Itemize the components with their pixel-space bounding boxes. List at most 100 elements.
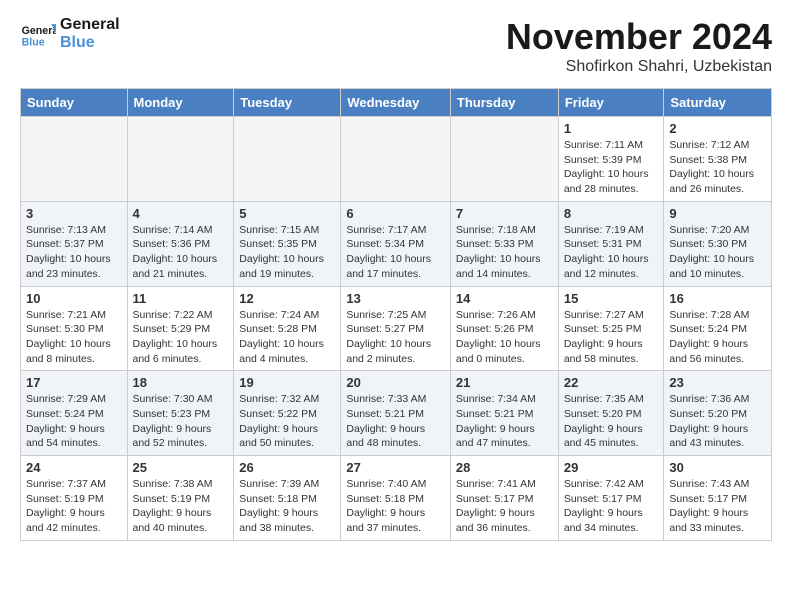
column-header-friday: Friday: [558, 89, 664, 117]
calendar-cell: 21 Sunrise: 7:34 AM Sunset: 5:21 PM Dayli…: [450, 371, 558, 456]
day-info: Sunrise: 7:19 AM Sunset: 5:31 PM Dayligh…: [564, 223, 659, 282]
day-info: Sunrise: 7:35 AM Sunset: 5:20 PM Dayligh…: [564, 392, 659, 451]
calendar-week-3: 10Sunrise: 7:21 AM Sunset: 5:30 PM Dayli…: [21, 286, 772, 371]
svg-text:Blue: Blue: [22, 36, 45, 48]
day-info: Sunrise: 7:24 AM Sunset: 5:28 PM Dayligh…: [239, 308, 335, 367]
day-number: 2: [669, 121, 766, 136]
day-number: 5: [239, 206, 335, 221]
day-number: 28: [456, 460, 553, 475]
day-info: Sunrise: 7:43 AM Sunset: 5:17 PM Dayligh…: [669, 477, 766, 536]
day-number: 16: [669, 291, 766, 306]
day-info: Sunrise: 7:11 AM Sunset: 5:39 PM Dayligh…: [564, 138, 659, 197]
day-number: 24: [26, 460, 122, 475]
calendar-table: SundayMondayTuesdayWednesdayThursdayFrid…: [20, 88, 772, 541]
day-number: 14: [456, 291, 553, 306]
day-info: Sunrise: 7:12 AM Sunset: 5:38 PM Dayligh…: [669, 138, 766, 197]
calendar-cell: 18 Sunrise: 7:30 AM Sunset: 5:23 PM Dayli…: [127, 371, 234, 456]
calendar-cell: 16 Sunrise: 7:28 AM Sunset: 5:24 PM Dayli…: [664, 286, 772, 371]
logo-general: General: [60, 16, 120, 33]
calendar-cell: [21, 117, 128, 202]
calendar-cell: 28Sunrise: 7:41 AM Sunset: 5:17 PM Dayli…: [450, 456, 558, 541]
calendar-cell: 29Sunrise: 7:42 AM Sunset: 5:17 PM Dayli…: [558, 456, 664, 541]
day-info: Sunrise: 7:14 AM Sunset: 5:36 PM Dayligh…: [133, 223, 229, 282]
column-header-thursday: Thursday: [450, 89, 558, 117]
day-info: Sunrise: 7:20 AM Sunset: 5:30 PM Dayligh…: [669, 223, 766, 282]
day-info: Sunrise: 7:27 AM Sunset: 5:25 PM Dayligh…: [564, 308, 659, 367]
day-info: Sunrise: 7:32 AM Sunset: 5:22 PM Dayligh…: [239, 392, 335, 451]
calendar-header-row: SundayMondayTuesdayWednesdayThursdayFrid…: [21, 89, 772, 117]
day-number: 13: [346, 291, 445, 306]
day-number: 12: [239, 291, 335, 306]
calendar-cell: 12 Sunrise: 7:24 AM Sunset: 5:28 PM Dayli…: [234, 286, 341, 371]
day-number: 21: [456, 375, 553, 390]
calendar-cell: 22Sunrise: 7:35 AM Sunset: 5:20 PM Dayli…: [558, 371, 664, 456]
column-header-sunday: Sunday: [21, 89, 128, 117]
day-info: Sunrise: 7:18 AM Sunset: 5:33 PM Dayligh…: [456, 223, 553, 282]
calendar-cell: [127, 117, 234, 202]
day-number: 20: [346, 375, 445, 390]
calendar-cell: 20 Sunrise: 7:33 AM Sunset: 5:21 PM Dayli…: [341, 371, 451, 456]
day-info: Sunrise: 7:25 AM Sunset: 5:27 PM Dayligh…: [346, 308, 445, 367]
day-number: 27: [346, 460, 445, 475]
column-header-tuesday: Tuesday: [234, 89, 341, 117]
day-number: 19: [239, 375, 335, 390]
logo-blue: Blue: [60, 34, 95, 51]
calendar-cell: [234, 117, 341, 202]
day-number: 8: [564, 206, 659, 221]
calendar-cell: 30 Sunrise: 7:43 AM Sunset: 5:17 PM Dayli…: [664, 456, 772, 541]
day-number: 4: [133, 206, 229, 221]
calendar-cell: 24 Sunrise: 7:37 AM Sunset: 5:19 PM Dayli…: [21, 456, 128, 541]
page: General Blue General Blue November 2024 …: [0, 0, 792, 557]
logo-icon: General Blue: [20, 16, 56, 52]
month-title: November 2024: [506, 16, 772, 58]
day-info: Sunrise: 7:36 AM Sunset: 5:20 PM Dayligh…: [669, 392, 766, 451]
day-number: 11: [133, 291, 229, 306]
day-info: Sunrise: 7:28 AM Sunset: 5:24 PM Dayligh…: [669, 308, 766, 367]
day-info: Sunrise: 7:39 AM Sunset: 5:18 PM Dayligh…: [239, 477, 335, 536]
calendar-cell: 11 Sunrise: 7:22 AM Sunset: 5:29 PM Dayli…: [127, 286, 234, 371]
calendar-week-5: 24 Sunrise: 7:37 AM Sunset: 5:19 PM Dayli…: [21, 456, 772, 541]
day-number: 18: [133, 375, 229, 390]
calendar-cell: [450, 117, 558, 202]
calendar-week-4: 17 Sunrise: 7:29 AM Sunset: 5:24 PM Dayli…: [21, 371, 772, 456]
calendar-cell: 23 Sunrise: 7:36 AM Sunset: 5:20 PM Dayli…: [664, 371, 772, 456]
day-number: 17: [26, 375, 122, 390]
day-number: 15: [564, 291, 659, 306]
day-info: Sunrise: 7:40 AM Sunset: 5:18 PM Dayligh…: [346, 477, 445, 536]
day-info: Sunrise: 7:15 AM Sunset: 5:35 PM Dayligh…: [239, 223, 335, 282]
calendar-cell: [341, 117, 451, 202]
calendar-cell: 19 Sunrise: 7:32 AM Sunset: 5:22 PM Dayli…: [234, 371, 341, 456]
calendar-cell: 1Sunrise: 7:11 AM Sunset: 5:39 PM Daylig…: [558, 117, 664, 202]
logo: General Blue General Blue: [20, 16, 120, 52]
day-number: 9: [669, 206, 766, 221]
day-info: Sunrise: 7:42 AM Sunset: 5:17 PM Dayligh…: [564, 477, 659, 536]
column-header-saturday: Saturday: [664, 89, 772, 117]
title-block: November 2024 Shofirkon Shahri, Uzbekist…: [506, 16, 772, 76]
calendar-week-2: 3 Sunrise: 7:13 AM Sunset: 5:37 PM Daylig…: [21, 201, 772, 286]
day-info: Sunrise: 7:22 AM Sunset: 5:29 PM Dayligh…: [133, 308, 229, 367]
day-number: 25: [133, 460, 229, 475]
day-info: Sunrise: 7:13 AM Sunset: 5:37 PM Dayligh…: [26, 223, 122, 282]
day-info: Sunrise: 7:37 AM Sunset: 5:19 PM Dayligh…: [26, 477, 122, 536]
day-info: Sunrise: 7:26 AM Sunset: 5:26 PM Dayligh…: [456, 308, 553, 367]
day-number: 6: [346, 206, 445, 221]
day-number: 30: [669, 460, 766, 475]
calendar-cell: 13 Sunrise: 7:25 AM Sunset: 5:27 PM Dayli…: [341, 286, 451, 371]
day-number: 3: [26, 206, 122, 221]
day-info: Sunrise: 7:30 AM Sunset: 5:23 PM Dayligh…: [133, 392, 229, 451]
day-number: 23: [669, 375, 766, 390]
column-header-wednesday: Wednesday: [341, 89, 451, 117]
day-info: Sunrise: 7:17 AM Sunset: 5:34 PM Dayligh…: [346, 223, 445, 282]
day-info: Sunrise: 7:38 AM Sunset: 5:19 PM Dayligh…: [133, 477, 229, 536]
day-info: Sunrise: 7:29 AM Sunset: 5:24 PM Dayligh…: [26, 392, 122, 451]
day-info: Sunrise: 7:21 AM Sunset: 5:30 PM Dayligh…: [26, 308, 122, 367]
day-info: Sunrise: 7:33 AM Sunset: 5:21 PM Dayligh…: [346, 392, 445, 451]
calendar-cell: 27 Sunrise: 7:40 AM Sunset: 5:18 PM Dayli…: [341, 456, 451, 541]
calendar-cell: 6 Sunrise: 7:17 AM Sunset: 5:34 PM Daylig…: [341, 201, 451, 286]
location-subtitle: Shofirkon Shahri, Uzbekistan: [506, 58, 772, 76]
calendar-cell: 8 Sunrise: 7:19 AM Sunset: 5:31 PM Daylig…: [558, 201, 664, 286]
calendar-cell: 9 Sunrise: 7:20 AM Sunset: 5:30 PM Daylig…: [664, 201, 772, 286]
calendar-cell: 3 Sunrise: 7:13 AM Sunset: 5:37 PM Daylig…: [21, 201, 128, 286]
day-info: Sunrise: 7:34 AM Sunset: 5:21 PM Dayligh…: [456, 392, 553, 451]
svg-text:General: General: [22, 25, 56, 37]
